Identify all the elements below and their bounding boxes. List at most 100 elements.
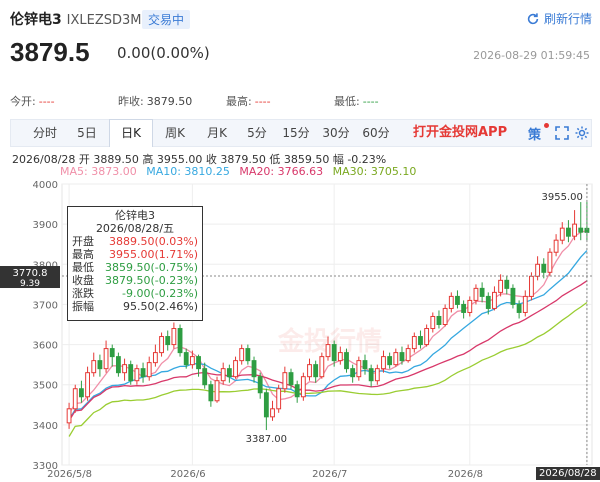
refresh-icon	[527, 12, 539, 24]
candle-body	[350, 368, 356, 378]
candle-body	[492, 291, 497, 309]
stat-low-value: ----	[362, 95, 379, 108]
candle-body	[313, 364, 319, 378]
y-tick-label: 3600	[33, 341, 58, 352]
candle-body	[541, 263, 547, 273]
y-tick-label: 3500	[33, 381, 58, 392]
crosshair-price-label: 3770.8	[13, 268, 48, 279]
candle-body	[337, 352, 343, 362]
tooltip-row: 最低 3859.50(-0.75%)	[72, 261, 198, 274]
candle-body	[535, 263, 541, 277]
candle-body	[239, 348, 245, 362]
candle-tooltip: 伦锌电3 2026/08/28/五 开盘 3889.50(0.03%) 最高 3955…	[67, 206, 203, 321]
stat-prev-label: 昨收:	[118, 95, 144, 108]
tab-60min[interactable]: 60分	[357, 120, 395, 146]
candle-body	[91, 360, 97, 374]
x-tick-label: 2026/5/8	[47, 469, 92, 480]
tooltip-row: 振幅 95.50(2.46%)	[72, 300, 198, 313]
crosshair-sub-label: 9.39	[20, 279, 40, 289]
open-app-link[interactable]: 打开金投网APP	[413, 120, 507, 146]
price-change: 0.00(0.00%)	[117, 44, 210, 62]
candle-body	[374, 368, 380, 382]
tab-5day[interactable]: 5日	[67, 120, 107, 146]
tab-timeshare[interactable]: 分时	[25, 120, 65, 146]
ma-line-ma30	[68, 301, 588, 437]
candle-body	[202, 368, 208, 386]
candle-body	[448, 295, 454, 309]
y-tick-label: 4000	[33, 180, 58, 191]
x-tick-label: 2026/8	[447, 469, 483, 480]
tooltip-row-label: 涨跌	[72, 287, 94, 300]
candle-body	[276, 388, 282, 410]
candle-body	[430, 315, 436, 330]
candle-body	[270, 408, 275, 418]
tooltip-row-label: 开盘	[72, 235, 94, 248]
candle-body	[566, 227, 571, 237]
stat-low: 最低: ----	[334, 93, 379, 109]
notification-dot	[544, 123, 549, 128]
tooltip-row-value: 3889.50(0.03%)	[108, 235, 198, 248]
settings-icon[interactable]	[574, 125, 590, 141]
candle-body	[171, 328, 177, 346]
stat-open-label: 今开:	[10, 95, 36, 108]
title: 伦锌电3 IXLEZSD3M	[10, 9, 141, 29]
candle-body	[233, 360, 238, 378]
instrument-name: 伦锌电3	[10, 12, 62, 28]
tab-30min[interactable]: 30分	[317, 120, 355, 146]
tab-15min[interactable]: 15分	[277, 120, 315, 146]
candle-body	[196, 356, 201, 370]
candle-body	[128, 364, 134, 382]
candle-body	[103, 348, 109, 370]
max-price-label: 3955.00	[542, 192, 583, 203]
candle-body	[288, 372, 294, 386]
candle-body	[553, 239, 559, 253]
x-axis-current-date: 2026/08/28	[536, 467, 600, 480]
candle-body	[300, 376, 306, 398]
tab-weekly-k[interactable]: 周K	[155, 120, 195, 146]
candle-body	[220, 368, 226, 382]
status-badge: 交易中	[142, 10, 191, 29]
stat-high: 最高: ----	[226, 93, 271, 109]
candle-body	[226, 368, 232, 378]
candle-body	[134, 368, 140, 382]
stat-high-label: 最高:	[226, 95, 252, 108]
candle-body	[381, 356, 386, 370]
tooltip-row-label: 最低	[72, 261, 94, 274]
candle-body	[522, 295, 528, 313]
candle-body	[282, 372, 288, 390]
tab-daily-k[interactable]: 日K	[109, 119, 153, 147]
strategy-button[interactable]: 策	[528, 123, 549, 143]
candle-body	[140, 368, 146, 378]
tooltip-row: 最高 3955.00(1.71%)	[72, 248, 198, 261]
candle-body	[473, 287, 479, 301]
candle-body	[263, 392, 269, 418]
candle-body	[115, 356, 121, 374]
fullscreen-icon[interactable]	[554, 125, 570, 141]
candle-body	[294, 384, 300, 398]
stat-open-value: ----	[38, 95, 55, 108]
y-tick-label: 3900	[33, 220, 58, 231]
candle-body	[66, 408, 72, 424]
tooltip-row-value: 3859.50(-0.75%)	[105, 261, 198, 274]
tab-5min[interactable]: 5分	[239, 120, 275, 146]
candle-body	[411, 336, 417, 350]
refresh-button[interactable]: 刷新行情	[526, 10, 592, 27]
candle-body	[399, 352, 405, 362]
candle-body	[387, 356, 393, 366]
period-tabs: 分时 5日 日K 周K 月K 5分 15分 30分 60分 打开金投网APP 策	[10, 119, 592, 147]
candle-body	[325, 344, 331, 358]
candle-body	[214, 380, 220, 402]
candle-body	[307, 364, 312, 378]
candle-body	[356, 360, 362, 378]
tooltip-row-label: 最高	[72, 248, 94, 261]
candle-body	[572, 223, 577, 237]
candle-body	[368, 368, 374, 382]
stat-low-label: 最低:	[334, 95, 360, 108]
stat-prev-close: 昨收: 3879.50	[118, 93, 192, 109]
min-price-label: 3387.00	[246, 434, 287, 445]
x-tick-label: 2026/7	[312, 469, 348, 480]
tab-monthly-k[interactable]: 月K	[197, 120, 237, 146]
quote-timestamp: 2026-08-29 01:59:45	[473, 49, 590, 62]
y-tick-label: 3700	[33, 300, 58, 311]
tooltip-row: 开盘 3889.50(0.03%)	[72, 235, 198, 248]
